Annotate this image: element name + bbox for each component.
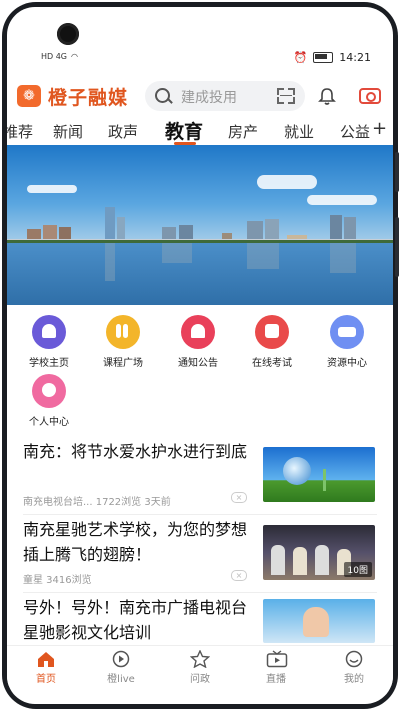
search-bar[interactable]: 建成投用 [145,81,305,111]
nav-label: 首页 [36,674,56,685]
status-right: ⏰ 14:21 [294,51,371,64]
volume-button [395,152,399,192]
logo-icon: ❁ [17,85,41,107]
tv-icon [266,650,288,668]
front-camera [57,23,79,45]
live-icon [111,650,131,668]
service-label: 通知公告 [178,358,218,369]
service-school-home[interactable]: 学校主页 [14,315,84,369]
status-left: HD 4G ◠ [41,52,78,61]
network-indicator: HD 4G [41,52,68,61]
banner-image[interactable] [7,145,393,305]
service-label: 个人中心 [29,417,69,428]
screen: HD 4G ◠ ⏰ 14:21 ❁ 橙子融媒 建成投用 推荐 新闻 政声 教育 … [7,7,393,704]
news-thumbnail: 10图 [263,525,375,580]
search-icon [155,88,170,103]
books-icon [106,315,140,349]
service-personal-center[interactable]: 个人中心 [14,374,84,428]
school-icon [32,315,66,349]
nav-label: 我的 [344,674,364,685]
service-label: 资源中心 [327,358,367,369]
news-title: 南充：将节水爱水护水进行到底 [23,442,248,461]
tab-recommend[interactable]: 推荐 [7,121,33,142]
tab-politics[interactable]: 政声 [108,121,138,142]
tab-charity[interactable]: 公益 [340,121,370,142]
service-resource-center[interactable]: 资源中心 [312,315,382,369]
star-icon [189,649,211,669]
news-item[interactable]: 南充：将节水爱水护水进行到底 南充电视台培... 1722浏览 3天前 × [7,439,393,515]
nav-label: 直播 [266,674,286,685]
bell-icon[interactable] [317,87,336,105]
news-item[interactable]: 南充星驰艺术学校，为您的梦想插上腾飞的翅膀！ 童星 3416浏览 × 10图 [7,517,393,593]
power-button [395,217,399,277]
nav-mine[interactable]: 我的 [329,650,379,685]
service-course-square[interactable]: 课程广场 [88,315,158,369]
service-label: 课程广场 [103,358,143,369]
nav-home[interactable]: 首页 [21,650,71,685]
nav-inquiry[interactable]: 问政 [175,649,225,685]
dismiss-icon[interactable]: × [231,492,247,503]
news-title: 南充星驰艺术学校，为您的梦想插上腾飞的翅膀！ [23,520,248,564]
divider [23,514,377,515]
news-thumbnail [263,447,375,502]
tab-realestate[interactable]: 房产 [228,121,258,142]
nav-broadcast[interactable]: 直播 [251,650,301,685]
bottom-navigation: 首页 橙live 问政 直播 我的 [7,645,393,686]
battery-icon [313,52,334,63]
category-tabs: 推荐 新闻 政声 教育 房产 就业 公益 + [7,115,393,145]
phone-frame: HD 4G ◠ ⏰ 14:21 ❁ 橙子融媒 建成投用 推荐 新闻 政声 教育 … [0,0,400,711]
wifi-icon: ◠ [71,52,78,61]
user-icon [32,374,66,408]
news-meta: 童星 3416浏览 [23,575,92,586]
nav-label: 问政 [190,674,210,685]
home-icon [36,650,56,668]
news-thumbnail [263,599,375,643]
new-icon [330,315,364,349]
tab-jobs[interactable]: 就业 [284,121,314,142]
news-meta: 南充电视台培... 1722浏览 3天前 [23,497,171,508]
service-online-exam[interactable]: 在线考试 [237,315,307,369]
divider [23,592,377,593]
alarm-icon: ⏰ [293,51,308,64]
exam-icon [255,315,289,349]
scan-icon[interactable] [277,88,295,104]
nav-label: 橙live [107,674,135,685]
service-notices[interactable]: 通知公告 [163,315,233,369]
image-count-badge: 10图 [343,562,372,577]
service-label: 学校主页 [29,358,69,369]
app-header: ❁ 橙子融媒 建成投用 [7,77,393,115]
bell-icon [181,315,215,349]
news-title: 号外！号外！南充市广播电视台星驰影视文化培训 [23,598,248,642]
tab-education[interactable]: 教育 [165,117,203,144]
tab-more-icon[interactable]: + [372,118,387,139]
camera-icon[interactable] [359,88,381,104]
dismiss-icon[interactable]: × [231,570,247,581]
tab-news[interactable]: 新闻 [53,121,83,142]
nav-live[interactable]: 橙live [96,650,146,685]
service-label: 在线考试 [252,358,292,369]
search-placeholder: 建成投用 [181,90,237,106]
status-time: 14:21 [339,51,371,64]
app-name: 橙子融媒 [48,87,129,109]
face-icon [344,650,364,668]
